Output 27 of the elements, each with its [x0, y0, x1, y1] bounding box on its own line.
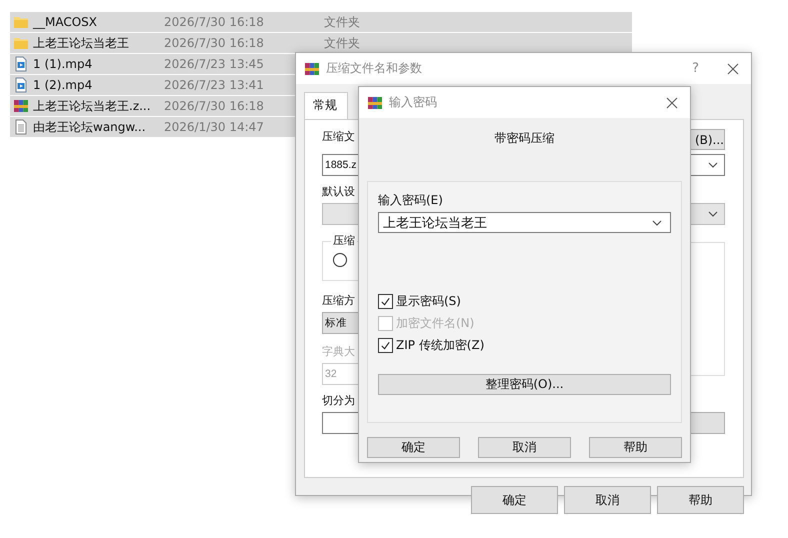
- file-name: __MACOSX: [33, 15, 98, 29]
- file-date: 2026/7/23 13:41: [164, 78, 264, 92]
- file-name: 上老王论坛当老王.z...: [33, 98, 151, 114]
- window-title: 输入密码: [389, 94, 438, 111]
- group-label: 压缩: [331, 233, 357, 248]
- file-name: 1 (2).mp4: [33, 78, 92, 92]
- file-date: 2026/7/23 13:45: [164, 57, 264, 71]
- file-date: 2026/7/30 16:18: [164, 99, 264, 113]
- file-type: 文件夹: [324, 34, 360, 52]
- field-label: 切分为: [322, 393, 355, 408]
- file-date: 2026/7/30 16:18: [164, 36, 264, 50]
- field-label: 字典大: [322, 344, 355, 359]
- password-label: 输入密码(E): [378, 192, 444, 209]
- file-type: 文件夹: [324, 14, 360, 30]
- file-name: 1 (1).mp4: [33, 57, 92, 71]
- field-label: 压缩方: [322, 293, 355, 308]
- file-date: 2026/7/30 16:18: [164, 15, 264, 29]
- field-label: 默认设: [322, 184, 355, 199]
- checkbox-label: 加密文件名(N): [396, 315, 474, 332]
- window-title: 压缩文件名和参数: [326, 60, 423, 77]
- file-name: 由老王论坛wangw...: [33, 118, 146, 136]
- file-date: 2026/1/30 14:47: [164, 120, 264, 134]
- dialog-heading: 带密码压缩: [494, 130, 556, 147]
- checkbox-label: ZIP 传统加密(Z): [396, 337, 484, 354]
- field-label: 压缩文: [322, 129, 355, 144]
- file-name: 上老王论坛当老王: [33, 34, 129, 52]
- checkbox-label: 显示密码(S): [396, 293, 461, 310]
